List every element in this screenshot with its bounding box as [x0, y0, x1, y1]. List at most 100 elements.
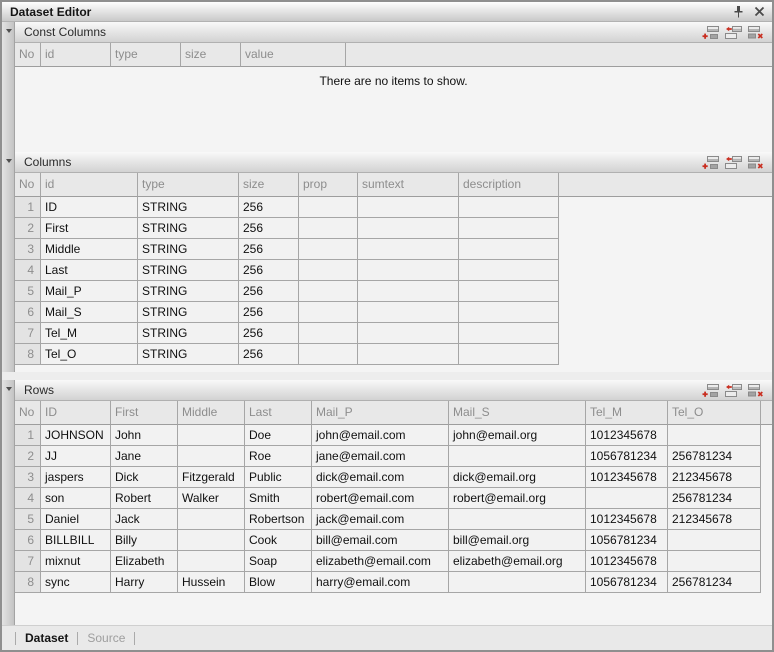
cell-tel_o[interactable]: 212345678	[668, 509, 761, 530]
cell-size[interactable]: 256	[239, 323, 299, 344]
cell-prop[interactable]	[299, 344, 358, 365]
cell-id[interactable]: Middle	[41, 239, 138, 260]
cell-type[interactable]: STRING	[138, 323, 239, 344]
cell-last[interactable]: Robertson	[245, 509, 312, 530]
cell-mail_p[interactable]: elizabeth@email.com	[312, 551, 449, 572]
cell-last[interactable]: Public	[245, 467, 312, 488]
cell-prop[interactable]	[299, 260, 358, 281]
pin-icon[interactable]	[733, 6, 744, 18]
column-header-size[interactable]: size	[239, 173, 299, 197]
column-header-mail_s[interactable]: Mail_S	[449, 401, 586, 425]
cell-tel_o[interactable]	[668, 530, 761, 551]
append-row-button[interactable]	[702, 384, 719, 397]
close-icon[interactable]	[754, 6, 765, 17]
cell-description[interactable]	[459, 323, 559, 344]
cell-tel_m[interactable]: 1012345678	[586, 467, 668, 488]
cell-type[interactable]: STRING	[138, 302, 239, 323]
delete-row-button[interactable]	[748, 384, 765, 397]
cell-description[interactable]	[459, 260, 559, 281]
column-header-no[interactable]: No	[15, 173, 41, 197]
cell-sumtext[interactable]	[358, 197, 459, 218]
cell-id[interactable]: JJ	[41, 446, 111, 467]
cell-mail_p[interactable]: jack@email.com	[312, 509, 449, 530]
column-header-middle[interactable]: Middle	[178, 401, 245, 425]
cell-mail_s[interactable]	[449, 572, 586, 593]
cell-description[interactable]	[459, 302, 559, 323]
cell-size[interactable]: 256	[239, 302, 299, 323]
cell-prop[interactable]	[299, 323, 358, 344]
cell-id[interactable]: Tel_M	[41, 323, 138, 344]
cell-first[interactable]: John	[111, 425, 178, 446]
cell-tel_m[interactable]: 1012345678	[586, 425, 668, 446]
cell-type[interactable]: STRING	[138, 344, 239, 365]
cell-last[interactable]: Doe	[245, 425, 312, 446]
cell-sumtext[interactable]	[358, 218, 459, 239]
cell-type[interactable]: STRING	[138, 260, 239, 281]
column-header-tel_m[interactable]: Tel_M	[586, 401, 668, 425]
column-header-description[interactable]: description	[459, 173, 559, 197]
cell-id[interactable]: Mail_S	[41, 302, 138, 323]
column-header-id[interactable]: ID	[41, 401, 111, 425]
cell-mail_s[interactable]	[449, 446, 586, 467]
cell-id[interactable]: mixnut	[41, 551, 111, 572]
cell-middle[interactable]	[178, 425, 245, 446]
append-row-button[interactable]	[702, 156, 719, 169]
cell-last[interactable]: Blow	[245, 572, 312, 593]
cell-prop[interactable]	[299, 218, 358, 239]
cell-last[interactable]: Smith	[245, 488, 312, 509]
cell-middle[interactable]: Walker	[178, 488, 245, 509]
cell-id[interactable]: son	[41, 488, 111, 509]
delete-row-button[interactable]	[748, 26, 765, 39]
cell-prop[interactable]	[299, 281, 358, 302]
cell-first[interactable]: Billy	[111, 530, 178, 551]
rows-splitter[interactable]	[2, 380, 15, 625]
column-header-no[interactable]: No	[15, 401, 41, 425]
insert-row-button[interactable]	[725, 156, 742, 169]
cell-sumtext[interactable]	[358, 302, 459, 323]
cell-mail_p[interactable]: harry@email.com	[312, 572, 449, 593]
cell-tel_o[interactable]: 256781234	[668, 488, 761, 509]
cell-first[interactable]: Dick	[111, 467, 178, 488]
cell-last[interactable]: Soap	[245, 551, 312, 572]
column-header-last[interactable]: Last	[245, 401, 312, 425]
cell-size[interactable]: 256	[239, 239, 299, 260]
cell-mail_p[interactable]: dick@email.com	[312, 467, 449, 488]
cell-first[interactable]: Robert	[111, 488, 178, 509]
tab-source[interactable]: Source	[87, 631, 125, 645]
cell-tel_o[interactable]: 256781234	[668, 446, 761, 467]
column-header-tel_o[interactable]: Tel_O	[668, 401, 761, 425]
collapse-arrow-icon[interactable]	[2, 152, 15, 166]
cell-middle[interactable]	[178, 530, 245, 551]
column-header-size[interactable]: size	[181, 43, 241, 67]
cell-id[interactable]: First	[41, 218, 138, 239]
cell-prop[interactable]	[299, 239, 358, 260]
cell-last[interactable]: Roe	[245, 446, 312, 467]
delete-row-button[interactable]	[748, 156, 765, 169]
cell-size[interactable]: 256	[239, 344, 299, 365]
cell-middle[interactable]: Fitzgerald	[178, 467, 245, 488]
cell-size[interactable]: 256	[239, 218, 299, 239]
cell-mail_s[interactable]: robert@email.org	[449, 488, 586, 509]
cell-tel_o[interactable]	[668, 425, 761, 446]
cell-tel_m[interactable]: 1012345678	[586, 551, 668, 572]
collapse-arrow-icon[interactable]	[2, 380, 15, 394]
cell-mail_s[interactable]: john@email.org	[449, 425, 586, 446]
cell-id[interactable]: JOHNSON	[41, 425, 111, 446]
cell-sumtext[interactable]	[358, 344, 459, 365]
cell-middle[interactable]	[178, 551, 245, 572]
cell-tel_o[interactable]: 256781234	[668, 572, 761, 593]
cell-size[interactable]: 256	[239, 260, 299, 281]
cell-size[interactable]: 256	[239, 197, 299, 218]
cell-tel_m[interactable]	[586, 488, 668, 509]
cell-first[interactable]: Jane	[111, 446, 178, 467]
cell-mail_p[interactable]: john@email.com	[312, 425, 449, 446]
cell-tel_o[interactable]	[668, 551, 761, 572]
cell-prop[interactable]	[299, 302, 358, 323]
cell-first[interactable]: Harry	[111, 572, 178, 593]
cell-first[interactable]: Elizabeth	[111, 551, 178, 572]
cell-description[interactable]	[459, 218, 559, 239]
columns-splitter[interactable]	[2, 152, 15, 372]
cell-mail_s[interactable]	[449, 509, 586, 530]
insert-row-button[interactable]	[725, 384, 742, 397]
cell-type[interactable]: STRING	[138, 281, 239, 302]
